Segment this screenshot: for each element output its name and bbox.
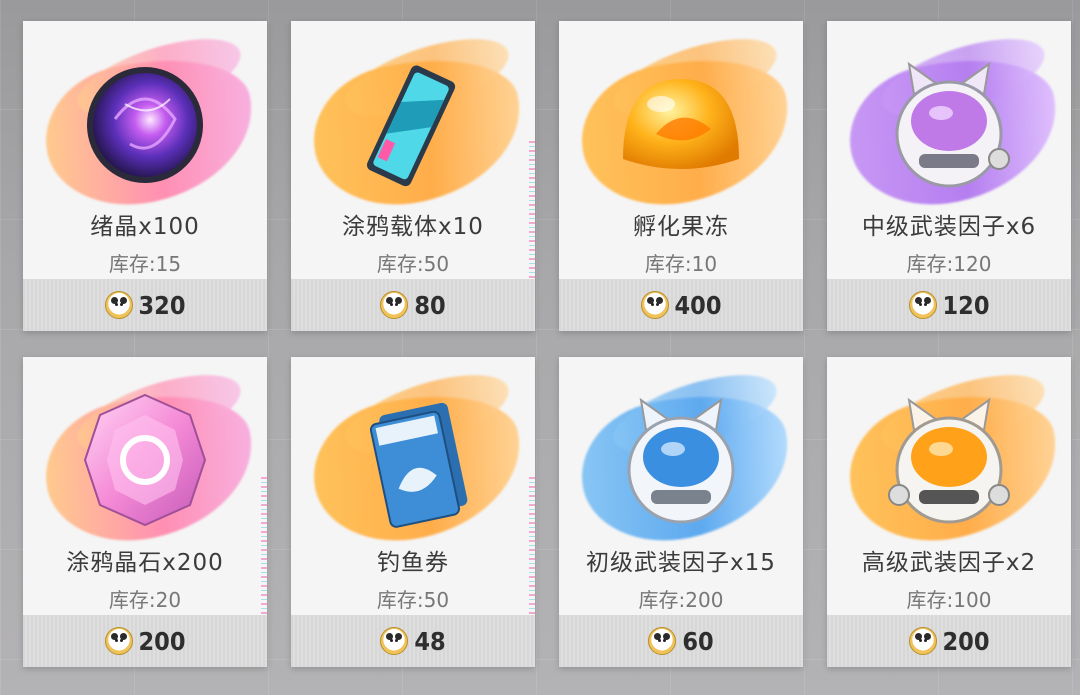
blue-cat-helmet-icon (611, 385, 751, 535)
shop-item-card[interactable]: 初级武装因子x15 库存:200 60 (559, 357, 803, 667)
price-bar[interactable]: 320 (23, 279, 267, 331)
price-bar[interactable]: 400 (559, 279, 803, 331)
item-price: 48 (414, 626, 446, 656)
shop-item-card[interactable]: 涂鸦晶石x200 库存:20 200 (23, 357, 267, 667)
panda-coin-icon (908, 627, 937, 655)
item-price: 200 (138, 626, 186, 656)
item-name: 涂鸦晶石x200 (66, 550, 224, 576)
price-bar[interactable]: 120 (827, 279, 1071, 331)
item-price: 200 (942, 626, 990, 656)
panda-coin-icon (104, 291, 133, 319)
shop-item-card[interactable]: 中级武装因子x6 库存:120 120 (827, 21, 1071, 331)
orange-cat-helmet-icon (879, 385, 1019, 535)
price-bar[interactable]: 60 (559, 615, 803, 667)
item-stock: 库存:200 (638, 588, 724, 612)
panda-coin-icon (640, 291, 669, 319)
pink-crystal-icon (75, 385, 215, 535)
price-bar[interactable]: 200 (23, 615, 267, 667)
price-bar[interactable]: 48 (291, 615, 535, 667)
item-name: 孵化果冻 (633, 214, 729, 240)
price-bar[interactable]: 80 (291, 279, 535, 331)
item-price: 60 (682, 626, 714, 656)
item-price: 120 (942, 290, 990, 320)
item-stock: 库存:15 (108, 252, 182, 276)
panda-coin-icon (380, 627, 409, 655)
item-name: 初级武装因子x15 (586, 550, 776, 576)
item-stock: 库存:50 (376, 252, 450, 276)
item-price: 80 (414, 290, 446, 320)
purple-orb-icon (75, 49, 215, 199)
item-stock: 库存:20 (108, 588, 182, 612)
panda-coin-icon (648, 627, 677, 655)
panda-coin-icon (380, 291, 409, 319)
item-stock: 库存:120 (906, 252, 992, 276)
shop-item-card[interactable]: 涂鸦载体x10 库存:50 80 (291, 21, 535, 331)
purple-cat-helmet-icon (879, 49, 1019, 199)
spray-can-icon (343, 49, 483, 199)
item-name: 涂鸦载体x10 (342, 214, 484, 240)
item-stock: 库存:10 (644, 252, 718, 276)
orange-jelly-icon (611, 49, 751, 199)
shop-item-card[interactable]: 孵化果冻 库存:10 400 (559, 21, 803, 331)
item-price: 400 (674, 290, 722, 320)
shop-item-card[interactable]: 钓鱼券 库存:50 48 (291, 357, 535, 667)
item-name: 中级武装因子x6 (861, 214, 1037, 240)
item-stock: 库存:100 (906, 588, 992, 612)
fishing-ticket-icon (343, 385, 483, 535)
item-name: 钓鱼券 (377, 550, 449, 576)
shop-item-card[interactable]: 绪晶x100 库存:15 320 (23, 21, 267, 331)
item-price: 320 (138, 290, 186, 320)
item-name: 高级武装因子x2 (861, 550, 1037, 576)
item-stock: 库存:50 (376, 588, 450, 612)
price-bar[interactable]: 200 (827, 615, 1071, 667)
panda-coin-icon (104, 627, 133, 655)
item-name: 绪晶x100 (90, 214, 200, 240)
panda-coin-icon (908, 291, 937, 319)
shop-item-card[interactable]: 高级武装因子x2 库存:100 200 (827, 357, 1071, 667)
